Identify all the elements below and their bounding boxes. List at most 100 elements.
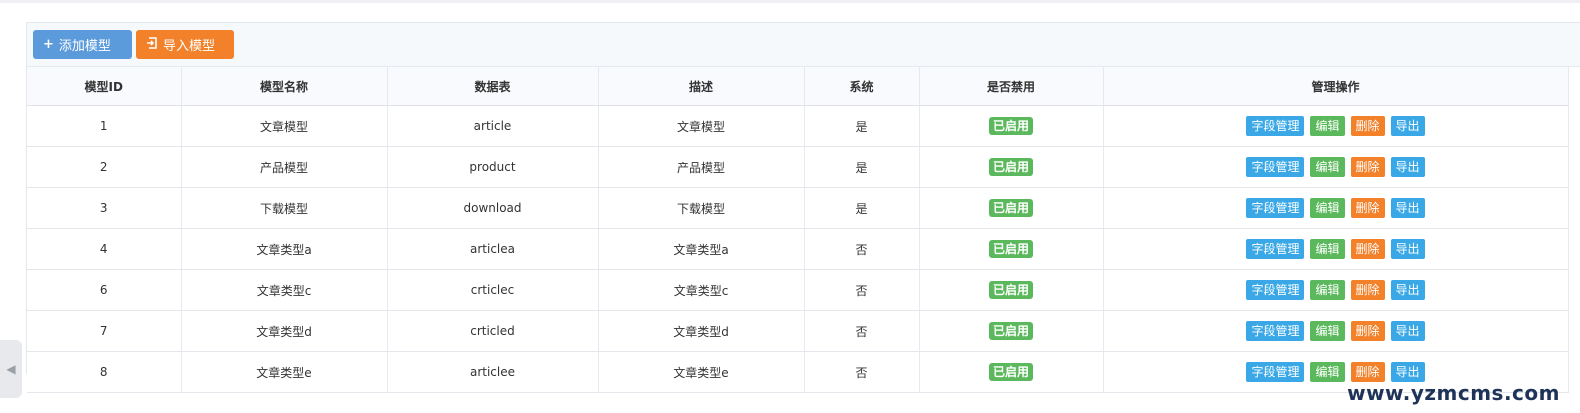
cell-actions: 字段管理 编辑 删除 导出 — [1103, 269, 1569, 311]
status-badge[interactable]: 已启用 — [988, 199, 1033, 217]
cell-data-table: download — [387, 187, 599, 229]
status-badge[interactable]: 已启用 — [988, 363, 1033, 381]
cell-model-id: 2 — [27, 146, 182, 188]
cell-status: 已启用 — [919, 146, 1104, 188]
table-row: 6 文章类型c crticlec 文章类型c 否 已启用 字段管理 编辑 删除 导出 — [27, 269, 1569, 311]
cell-status: 已启用 — [919, 105, 1104, 147]
export-button[interactable]: 导出 — [1390, 239, 1425, 259]
table-row: 1 文章模型 article 文章模型 是 已启用 字段管理 编辑 删除 导出 — [27, 105, 1569, 147]
cell-model-name: 文章类型e — [181, 351, 388, 393]
delete-button[interactable]: 删除 — [1350, 157, 1385, 177]
cell-model-name: 文章类型d — [181, 310, 388, 352]
model-table: 模型ID 模型名称 数据表 描述 系统 是否禁用 管理操作 1 文章模型 art… — [27, 67, 1569, 393]
delete-button[interactable]: 删除 — [1350, 116, 1385, 136]
cell-system: 否 — [804, 228, 920, 270]
field-manage-button[interactable]: 字段管理 — [1246, 116, 1305, 136]
table-row: 4 文章类型a articlea 文章类型a 否 已启用 字段管理 编辑 删除 导出 — [27, 228, 1569, 270]
field-manage-button[interactable]: 字段管理 — [1246, 321, 1305, 341]
import-icon — [146, 37, 158, 52]
cell-description: 文章类型d — [598, 310, 805, 352]
cell-data-table: articlee — [387, 351, 599, 393]
export-button[interactable]: 导出 — [1390, 362, 1425, 382]
plus-icon: + — [43, 37, 54, 52]
cell-model-name: 下载模型 — [181, 187, 388, 229]
add-model-label: 添加模型 — [58, 39, 111, 54]
delete-button[interactable]: 删除 — [1350, 362, 1385, 382]
cell-model-id: 7 — [27, 310, 182, 352]
cell-system: 否 — [804, 269, 920, 311]
cell-description: 文章类型c — [598, 269, 805, 311]
cell-status: 已启用 — [919, 269, 1104, 311]
table-row: 3 下载模型 download 下载模型 是 已启用 字段管理 编辑 删除 导出 — [27, 187, 1569, 229]
header-model-id: 模型ID — [27, 67, 182, 106]
field-manage-button[interactable]: 字段管理 — [1246, 362, 1305, 382]
export-button[interactable]: 导出 — [1390, 280, 1425, 300]
cell-model-id: 8 — [27, 351, 182, 393]
cell-actions: 字段管理 编辑 删除 导出 — [1103, 228, 1569, 270]
cell-description: 文章类型a — [598, 228, 805, 270]
cell-status: 已启用 — [919, 228, 1104, 270]
cell-actions: 字段管理 编辑 删除 导出 — [1103, 187, 1569, 229]
cell-model-id: 4 — [27, 228, 182, 270]
cell-system: 否 — [804, 351, 920, 393]
cell-data-table: product — [387, 146, 599, 188]
delete-button[interactable]: 删除 — [1350, 239, 1385, 259]
cell-system: 是 — [804, 105, 920, 147]
toolbar: + 添加模型 导入模型 — [27, 23, 1580, 67]
cell-system: 是 — [804, 187, 920, 229]
edit-button[interactable]: 编辑 — [1310, 321, 1345, 341]
status-badge[interactable]: 已启用 — [988, 117, 1033, 135]
cell-actions: 字段管理 编辑 删除 导出 — [1103, 310, 1569, 352]
table-row: 8 文章类型e articlee 文章类型e 否 已启用 字段管理 编辑 删除 导出 — [27, 351, 1569, 393]
page: + 添加模型 导入模型 模型ID 模型名称 数据表 描述 系统 是否禁用 管理操… — [0, 0, 1580, 413]
cell-status: 已启用 — [919, 187, 1104, 229]
field-manage-button[interactable]: 字段管理 — [1246, 198, 1305, 218]
cell-actions: 字段管理 编辑 删除 导出 — [1103, 105, 1569, 147]
cell-system: 是 — [804, 146, 920, 188]
status-badge[interactable]: 已启用 — [988, 158, 1033, 176]
status-badge[interactable]: 已启用 — [988, 240, 1033, 258]
table-row: 2 产品模型 product 产品模型 是 已启用 字段管理 编辑 删除 导出 — [27, 146, 1569, 188]
header-disabled: 是否禁用 — [919, 67, 1104, 106]
import-model-button[interactable]: 导入模型 — [136, 30, 234, 59]
cell-description: 产品模型 — [598, 146, 805, 188]
edit-button[interactable]: 编辑 — [1310, 280, 1345, 300]
delete-button[interactable]: 删除 — [1350, 321, 1385, 341]
export-button[interactable]: 导出 — [1390, 116, 1425, 136]
watermark: www.yzmcms.com — [1347, 381, 1560, 405]
cell-description: 文章模型 — [598, 105, 805, 147]
status-badge[interactable]: 已启用 — [988, 322, 1033, 340]
status-badge[interactable]: 已启用 — [988, 281, 1033, 299]
export-button[interactable]: 导出 — [1390, 198, 1425, 218]
add-model-button[interactable]: + 添加模型 — [33, 30, 132, 59]
export-button[interactable]: 导出 — [1390, 321, 1425, 341]
cell-status: 已启用 — [919, 351, 1104, 393]
field-manage-button[interactable]: 字段管理 — [1246, 157, 1305, 177]
cell-system: 否 — [804, 310, 920, 352]
cell-model-name: 文章类型a — [181, 228, 388, 270]
model-panel: + 添加模型 导入模型 模型ID 模型名称 数据表 描述 系统 是否禁用 管理操… — [26, 22, 1580, 393]
sidebar-toggle[interactable]: ◀ — [0, 340, 22, 398]
cell-model-name: 文章模型 — [181, 105, 388, 147]
header-system: 系统 — [804, 67, 920, 106]
delete-button[interactable]: 删除 — [1350, 198, 1385, 218]
delete-button[interactable]: 删除 — [1350, 280, 1385, 300]
header-model-name: 模型名称 — [181, 67, 388, 106]
cell-actions: 字段管理 编辑 删除 导出 — [1103, 146, 1569, 188]
chevron-left-icon: ◀ — [6, 362, 16, 376]
field-manage-button[interactable]: 字段管理 — [1246, 239, 1305, 259]
cell-model-id: 1 — [27, 105, 182, 147]
cell-description: 文章类型e — [598, 351, 805, 393]
cell-status: 已启用 — [919, 310, 1104, 352]
edit-button[interactable]: 编辑 — [1310, 198, 1345, 218]
cell-model-id: 3 — [27, 187, 182, 229]
cell-model-name: 文章类型c — [181, 269, 388, 311]
field-manage-button[interactable]: 字段管理 — [1246, 280, 1305, 300]
cell-model-name: 产品模型 — [181, 146, 388, 188]
edit-button[interactable]: 编辑 — [1310, 157, 1345, 177]
edit-button[interactable]: 编辑 — [1310, 116, 1345, 136]
header-actions: 管理操作 — [1103, 67, 1569, 106]
export-button[interactable]: 导出 — [1390, 157, 1425, 177]
edit-button[interactable]: 编辑 — [1310, 362, 1345, 382]
edit-button[interactable]: 编辑 — [1310, 239, 1345, 259]
